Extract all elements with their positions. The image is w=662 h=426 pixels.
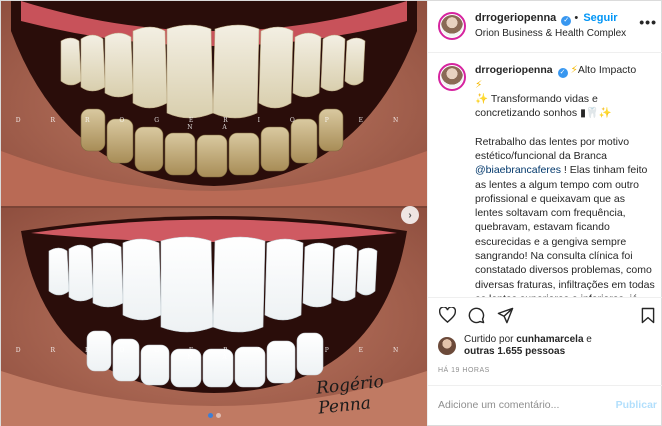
instagram-post: D R R O G E R I O P E N N A D R R O G E … <box>0 0 662 426</box>
post-timestamp[interactable]: HÁ 19 HORAS <box>428 359 662 385</box>
share-icon[interactable] <box>496 306 514 324</box>
likes-summary: Curtido por cunhamarcela e outras 1.655 … <box>428 332 662 359</box>
sparkle-icon: ✨ <box>475 93 489 106</box>
verified-badge-icon: ✓ <box>561 16 572 27</box>
bookmark-icon[interactable] <box>639 306 657 324</box>
carousel-dot-active <box>207 413 213 418</box>
liker-username-link[interactable]: cunhamarcela <box>516 334 583 345</box>
author-avatar[interactable] <box>438 12 466 41</box>
likes-count-link[interactable]: outras 1.655 pessoas <box>464 346 565 357</box>
author-username-link[interactable]: drrogeriopenna <box>475 12 556 24</box>
caption-username-link[interactable]: drrogeriopenna <box>475 64 553 76</box>
comment-input[interactable] <box>438 399 616 412</box>
heart-icon[interactable] <box>438 306 456 324</box>
likes-conjunction: e <box>583 333 592 345</box>
post-actions-bar <box>428 296 662 332</box>
verified-badge-icon: ✓ <box>557 67 568 78</box>
lightning-icon: ⚡ <box>475 78 483 91</box>
publish-button[interactable]: Publicar <box>616 399 657 411</box>
post-media-carousel[interactable]: D R R O G E R I O P E N N A D R R O G E … <box>1 1 427 426</box>
caption-author-avatar[interactable] <box>438 62 466 91</box>
caption-headline: Alto Impacto <box>577 63 637 76</box>
comment-form: Publicar <box>428 384 662 425</box>
more-options-icon[interactable]: ••• <box>639 14 657 30</box>
mention-link[interactable]: @biaebrancaferes <box>475 164 561 176</box>
comment-icon[interactable] <box>467 306 485 324</box>
location-link[interactable]: Orion Business & Health Complex <box>475 26 626 41</box>
caption-body-continued: ! Elas tinham feito as lentes a algum te… <box>475 164 655 297</box>
post-caption: drrogeriopenna ✓ ⚡Alto Impacto ⚡ ✨ Trans… <box>475 63 655 297</box>
post-side-panel: drrogeriopenna ✓ • Seguir Orion Business… <box>427 1 662 425</box>
photo-watermark: D R R O G E R I O P E N N A <box>15 117 413 131</box>
caption-body: Retrabalho das lentes por motivo estétic… <box>475 135 630 162</box>
photo-watermark: D R R O G E R I O P E N N A <box>15 347 413 361</box>
follow-button[interactable]: Seguir <box>583 12 617 24</box>
likes-prefix: Curtido por <box>464 333 517 345</box>
liker-avatar[interactable] <box>438 336 456 355</box>
lightning-icon: ⚡ <box>570 63 578 76</box>
carousel-indicator <box>1 413 427 418</box>
post-header: drrogeriopenna ✓ • Seguir Orion Business… <box>428 1 662 53</box>
before-after-teeth-photo <box>1 1 427 426</box>
chevron-right-icon: › <box>408 209 412 221</box>
caption-section: drrogeriopenna ✓ ⚡Alto Impacto ⚡ ✨ Trans… <box>428 53 662 297</box>
carousel-dot <box>215 413 221 418</box>
emoji-icons: ▮🦷✨ <box>577 107 612 120</box>
carousel-next-button[interactable]: › <box>401 206 419 224</box>
